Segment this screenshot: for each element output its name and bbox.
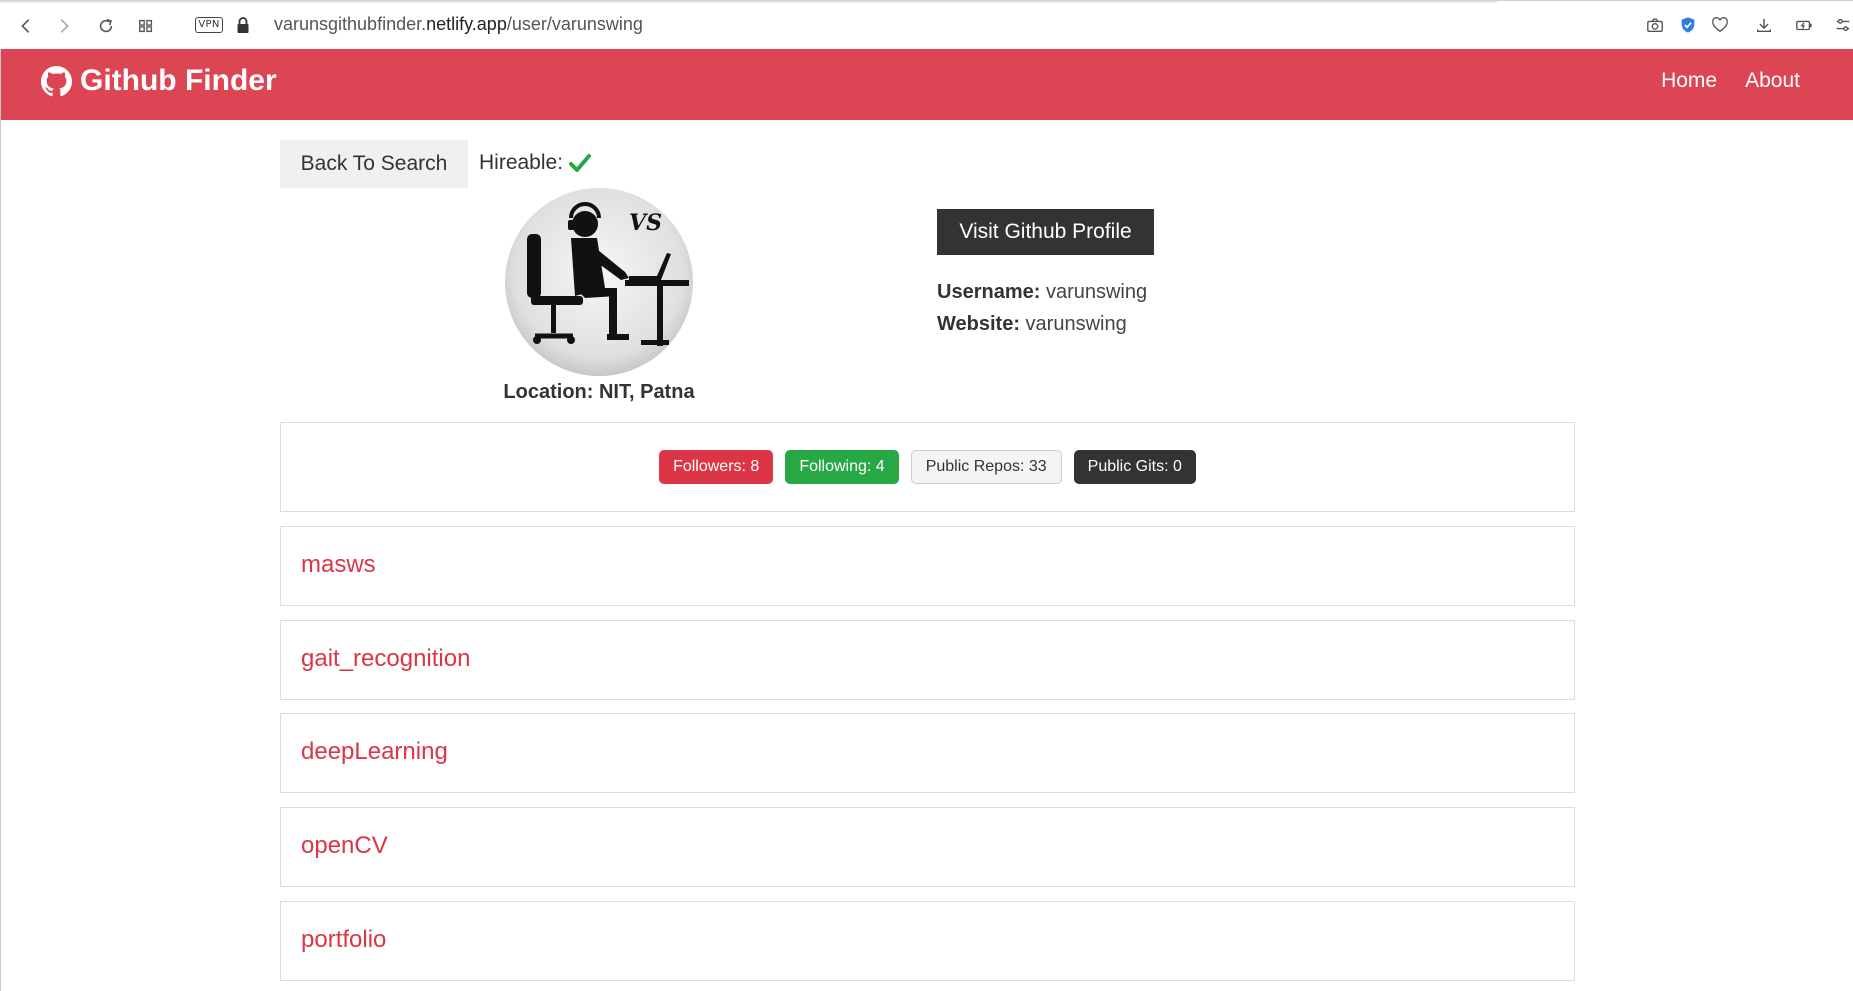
username-value: varunswing — [1045, 281, 1148, 303]
nav-link-home[interactable]: Home — [1661, 69, 1717, 93]
back-to-search-button[interactable]: Back To Search — [280, 140, 468, 188]
username-label: Username: — [937, 281, 1041, 303]
back-arrow-icon[interactable] — [13, 13, 39, 39]
location-label: Location: — [503, 381, 594, 403]
github-icon — [41, 65, 72, 96]
repo-card: deepLearning — [280, 713, 1575, 793]
nav-link-about[interactable]: About — [1745, 69, 1800, 93]
following-badge: Following: 4 — [785, 450, 899, 484]
heart-icon[interactable] — [1709, 14, 1731, 36]
location-value: NIT, Patna — [598, 381, 695, 403]
visit-github-profile-button[interactable]: Visit Github Profile — [937, 209, 1154, 255]
repo-link[interactable]: openCV — [301, 832, 388, 860]
browser-toolbar: VPN varunsgithubfinder.netlify.app/user/… — [0, 0, 1853, 49]
username-line: Username: varunswing — [937, 281, 1147, 304]
forward-arrow-icon[interactable] — [51, 13, 77, 39]
camera-icon[interactable] — [1644, 14, 1666, 36]
url-path: /user/varunswing — [506, 14, 643, 34]
website-line: Website: varunswing — [937, 313, 1127, 336]
settings-sliders-icon[interactable] — [1832, 14, 1853, 36]
svg-text:VS: VS — [629, 210, 662, 236]
shield-check-icon[interactable] — [1677, 14, 1699, 36]
vpn-badge[interactable]: VPN — [195, 17, 223, 33]
brand-logo[interactable]: Github Finder — [41, 64, 277, 98]
public-repos-badge: Public Repos: 33 — [910, 450, 1062, 484]
repo-link[interactable]: gait_recognition — [301, 645, 470, 673]
navbar: Github Finder Home About — [0, 49, 1853, 120]
hireable-label: Hireable: — [479, 151, 564, 174]
check-icon — [569, 154, 592, 172]
stats-card: Followers: 8 Following: 4 Public Repos: … — [280, 422, 1575, 512]
repo-link[interactable]: deepLearning — [301, 738, 448, 766]
repo-link[interactable]: portfolio — [301, 926, 386, 954]
page-load-progress — [0, 1, 1497, 3]
reload-icon[interactable] — [93, 13, 119, 39]
repo-card: masws — [280, 526, 1575, 606]
location: Location: NIT, Patna — [410, 381, 788, 404]
url-prefix: varunsgithubfinder. — [274, 14, 427, 34]
tabs-grid-icon[interactable] — [133, 13, 159, 39]
hireable-status: Hireable: — [479, 151, 592, 175]
window-edge — [0, 120, 1, 991]
website-label: Website: — [937, 313, 1020, 335]
avatar: VS — [505, 188, 693, 376]
brand-title: Github Finder — [80, 64, 277, 97]
followers-badge: Followers: 8 — [659, 450, 774, 484]
repo-link[interactable]: masws — [301, 551, 376, 579]
address-bar[interactable]: varunsgithubfinder.netlify.app/user/varu… — [274, 14, 643, 35]
public-gists-badge: Public Gits: 0 — [1073, 450, 1196, 484]
website-value: varunswing — [1025, 313, 1127, 335]
url-host: netlify.app — [426, 14, 507, 34]
repo-card: portfolio — [280, 901, 1575, 981]
repo-card: gait_recognition — [280, 620, 1575, 700]
nav-links: Home About — [1661, 69, 1800, 93]
repo-card: openCV — [280, 807, 1575, 887]
battery-saver-icon[interactable] — [1793, 14, 1815, 36]
download-icon[interactable] — [1753, 14, 1775, 36]
lock-icon[interactable] — [236, 16, 250, 34]
